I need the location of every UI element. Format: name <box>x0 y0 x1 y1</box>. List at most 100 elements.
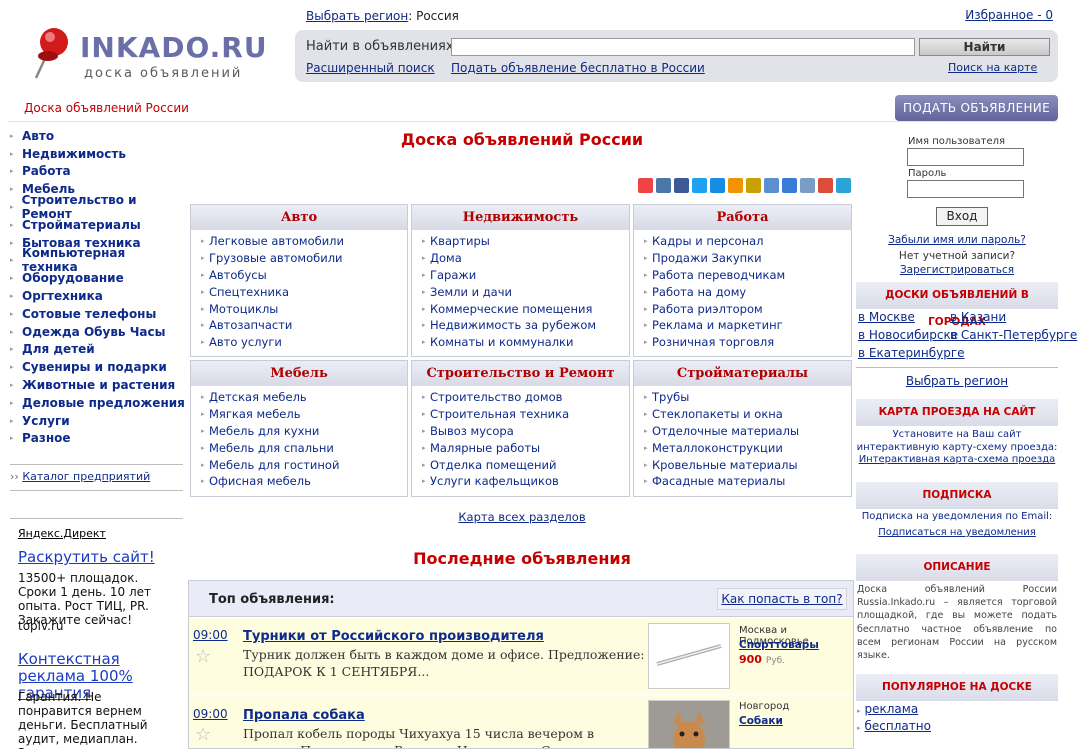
sidebar-item-label[interactable]: Разное <box>22 431 71 445</box>
category-heading[interactable]: Авто <box>191 205 407 230</box>
category-heading[interactable]: Строительство и Ремонт <box>412 361 629 386</box>
subcategory-label[interactable]: Мебель для гостиной <box>209 458 339 472</box>
sidebar-item[interactable]: ▸ Животные и растения <box>10 376 185 394</box>
liveinternet-icon[interactable] <box>782 178 797 193</box>
subcategory-item[interactable]: ▸ Авто услуги <box>201 334 407 351</box>
favorite-star-icon[interactable]: ☆ <box>195 724 211 745</box>
subcategory-label[interactable]: Офисная мебель <box>209 474 311 488</box>
ad-time[interactable]: 09:00 <box>193 707 228 721</box>
subcategory-label[interactable]: Строительная техника <box>430 407 569 421</box>
subcategory-item[interactable]: ▸ Квартиры <box>422 233 629 250</box>
login-button[interactable]: Вход <box>936 207 988 226</box>
subcategory-label[interactable]: Мебель для кухни <box>209 424 319 438</box>
category-heading[interactable]: Недвижимость <box>412 205 629 230</box>
subcategory-item[interactable]: ▸ Автозапчасти <box>201 317 407 334</box>
subcategory-item[interactable]: ▸ Работа риэлтором <box>644 300 851 317</box>
popular-link[interactable]: реклама <box>865 702 919 716</box>
sidebar-item[interactable]: ▸ Сувениры и подарки <box>10 358 185 376</box>
sidebar-item-label[interactable]: Авто <box>22 129 54 143</box>
subcategory-label[interactable]: Услуги кафельщиков <box>430 474 559 488</box>
category-heading[interactable]: Мебель <box>191 361 407 386</box>
sidebar-item-label[interactable]: Сотовые телефоны <box>22 307 156 321</box>
subcategory-item[interactable]: ▸ Работа переводчикам <box>644 267 851 284</box>
yandex-ad-link[interactable]: Раскрутить сайт! <box>18 548 155 566</box>
subcategory-label[interactable]: Комнаты и коммуналки <box>430 335 573 349</box>
subcategory-label[interactable]: Мебель для спальни <box>209 441 334 455</box>
ad-item[interactable]: 09:00 ☆ Турники от Российского производи… <box>189 618 853 694</box>
subcategory-item[interactable]: ▸ Реклама и маркетинг <box>644 317 851 334</box>
map-link[interactable]: Интерактивная карта-схема проезда <box>856 454 1058 465</box>
ad-title[interactable]: Турники от Российского производителя <box>243 629 544 644</box>
sidebar-item[interactable]: ▸ Для детей <box>10 341 185 359</box>
sidebar-item[interactable]: ▸ Деловые предложения <box>10 394 185 412</box>
subcategory-item[interactable]: ▸ Стеклопакеты и окна <box>644 406 851 423</box>
subcategory-item[interactable]: ▸ Мебель для спальни <box>201 439 407 456</box>
subcategory-item[interactable]: ▸ Строительная техника <box>422 406 629 423</box>
livejournal-icon[interactable] <box>764 178 779 193</box>
popular-link[interactable]: бесплатно <box>865 719 931 733</box>
sidebar-item-label[interactable]: Услуги <box>22 414 70 428</box>
password-field[interactable] <box>907 180 1024 198</box>
subcategory-label[interactable]: Детская мебель <box>209 390 307 404</box>
how-to-top-link[interactable]: Как попасть в топ? <box>717 588 847 610</box>
choose-region-link[interactable]: Выбрать регион <box>306 9 408 23</box>
subcategory-label[interactable]: Работа риэлтором <box>652 302 763 316</box>
post-ad-button[interactable]: ПОДАТЬ ОБЪЯВЛЕНИЕ <box>895 95 1058 121</box>
subcategory-item[interactable]: ▸ Легковые автомобили <box>201 233 407 250</box>
sidebar-item-label[interactable]: Оборудование <box>22 271 124 285</box>
register-link[interactable]: Зарегистрироваться <box>856 264 1058 276</box>
subcategory-label[interactable]: Недвижимость за рубежом <box>430 318 596 332</box>
sidebar-item[interactable]: ▸ Компьютерная техника <box>10 246 185 274</box>
subcategory-label[interactable]: Грузовые автомобили <box>209 251 343 265</box>
sidebar-item[interactable]: ▸ Сотовые телефоны <box>10 305 185 323</box>
subcategory-item[interactable]: ▸ Гаражи <box>422 267 629 284</box>
subcategory-label[interactable]: Стеклопакеты и окна <box>652 407 783 421</box>
subcategory-item[interactable]: ▸ Мотоциклы <box>201 300 407 317</box>
ad-thumbnail[interactable] <box>648 623 730 689</box>
subcategory-item[interactable]: ▸ Мебель для кухни <box>201 423 407 440</box>
subcategory-item[interactable]: ▸ Продажи Закупки <box>644 250 851 267</box>
subcategory-item[interactable]: ▸ Кровельные материалы <box>644 456 851 473</box>
subcategory-item[interactable]: ▸ Строительство домов <box>422 389 629 406</box>
sidebar-item[interactable]: ▸ Работа <box>10 163 185 181</box>
subcategory-label[interactable]: Малярные работы <box>430 441 540 455</box>
subcategory-item[interactable]: ▸ Дома <box>422 250 629 267</box>
subcategory-item[interactable]: ▸ Земли и дачи <box>422 283 629 300</box>
subcategory-item[interactable]: ▸ Трубы <box>644 389 851 406</box>
sidebar-item-label[interactable]: Стройматериалы <box>22 218 141 232</box>
sidebar-item-label[interactable]: Животные и растения <box>22 378 175 392</box>
favorites-link[interactable]: Избранное - 0 <box>965 8 1053 22</box>
subcategory-item[interactable]: ▸ Розничная торговля <box>644 334 851 351</box>
sidebar-item-label[interactable]: Работа <box>22 164 71 178</box>
subcategory-item[interactable]: ▸ Фасадные материалы <box>644 473 851 490</box>
logo-text[interactable]: INKADO.RU <box>80 31 268 64</box>
subcategory-label[interactable]: Спецтехника <box>209 285 289 299</box>
sidebar-item[interactable]: ▸ Услуги <box>10 412 185 430</box>
subcategory-label[interactable]: Квартиры <box>430 234 490 248</box>
yandex-direct-title[interactable]: Яндекс.Директ <box>18 527 106 540</box>
subcategory-item[interactable]: ▸ Отделка помещений <box>422 456 629 473</box>
subcategory-label[interactable]: Розничная торговля <box>652 335 774 349</box>
ad-title[interactable]: Пропала собака <box>243 708 365 723</box>
subscribe-link[interactable]: Подписаться на уведомления <box>856 527 1058 538</box>
subcategory-label[interactable]: Кадры и персонал <box>652 234 764 248</box>
subcategory-item[interactable]: ▸ Комнаты и коммуналки <box>422 334 629 351</box>
subcategory-label[interactable]: Земли и дачи <box>430 285 512 299</box>
google-plus-icon[interactable] <box>818 178 833 193</box>
subcategory-label[interactable]: Продажи Закупки <box>652 251 762 265</box>
subcategory-label[interactable]: Гаражи <box>430 268 476 282</box>
ad-time[interactable]: 09:00 <box>193 628 228 642</box>
yandex-icon[interactable] <box>836 178 851 193</box>
facebook-icon[interactable] <box>674 178 689 193</box>
subcategory-item[interactable]: ▸ Кадры и персонал <box>644 233 851 250</box>
sidebar-item[interactable]: ▸ Оргтехника <box>10 287 185 305</box>
subcategory-item[interactable]: ▸ Металлоконструкции <box>644 439 851 456</box>
ad-category[interactable]: Собаки <box>739 715 783 727</box>
bookmark-icon[interactable] <box>800 178 815 193</box>
category-heading[interactable]: Стройматериалы <box>634 361 851 386</box>
subcategory-item[interactable]: ▸ Коммерческие помещения <box>422 300 629 317</box>
sidebar-item[interactable]: ▸ Строительство и Ремонт <box>10 193 185 221</box>
subcategory-label[interactable]: Авто услуги <box>209 335 282 349</box>
mailru-icon[interactable] <box>710 178 725 193</box>
all-sections-link[interactable]: Карта всех разделов <box>190 510 854 524</box>
